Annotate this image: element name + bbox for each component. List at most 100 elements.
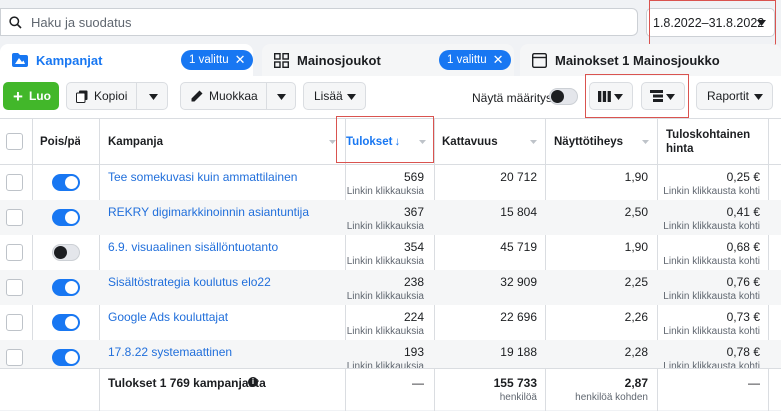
campaign-name-link[interactable]: REKRY digimarkkinoinnin asiantuntija (108, 205, 309, 219)
campaign-toggle[interactable] (52, 279, 80, 296)
header-cost-label: Tuloskohtainen hinta (666, 129, 751, 155)
column-divider (345, 369, 346, 411)
reports-label: Raportit (707, 89, 750, 103)
campaign-toggle[interactable] (52, 174, 80, 191)
info-icon[interactable]: i (248, 377, 258, 387)
show-settings-toggle[interactable] (549, 88, 578, 105)
header-results[interactable]: Tulokset ↓ (346, 119, 434, 165)
selected-pill-adsets[interactable]: 1 valittu ✕ (439, 50, 511, 70)
tab-campaigns-label: Kampanjat (36, 52, 103, 68)
row-checkbox[interactable] (6, 209, 23, 226)
table-row[interactable]: Tee somekuvasi kuin ammattilainen 569 Li… (0, 165, 781, 200)
sort-icon (530, 140, 537, 144)
results-value: 354 (403, 240, 424, 254)
header-onoff-label: Pois/pää (40, 136, 80, 148)
campaign-toggle[interactable] (52, 349, 80, 366)
cost-type: Linkin klikkausta kohti (663, 291, 760, 302)
table-row[interactable]: 6.9. visuaalinen sisällöntuotanto 354 Li… (0, 235, 781, 270)
tab-campaigns[interactable]: Kampanjat 1 valittu ✕ (0, 44, 253, 76)
column-divider (434, 369, 435, 411)
campaign-name-link[interactable]: 6.9. visuaalinen sisällöntuotanto (108, 240, 278, 254)
chevron-down-icon[interactable] (149, 94, 158, 100)
cost-value: 0,76 € (726, 275, 760, 289)
search-box[interactable] (0, 8, 638, 36)
campaign-toggle[interactable] (52, 209, 80, 226)
copy-label: Kopioi (94, 89, 128, 103)
search-input[interactable] (31, 14, 611, 30)
tab-ads[interactable]: Mainokset 1 Mainosjoukko (520, 44, 781, 76)
sort-icon (329, 140, 336, 144)
columns-button[interactable] (589, 82, 633, 110)
campaign-toggle[interactable] (52, 244, 80, 261)
row-checkbox[interactable] (6, 244, 23, 261)
more-button[interactable]: Lisää (303, 82, 366, 110)
header-frequency[interactable]: Näyttötiheys (554, 119, 657, 165)
chevron-down-icon (347, 94, 356, 100)
breakdown-button[interactable] (641, 82, 685, 110)
header-campaign[interactable]: Kampanja (108, 119, 344, 165)
row-checkbox[interactable] (6, 349, 23, 366)
header-onoff[interactable]: Pois/pää (40, 119, 98, 165)
results-type: Linkin klikkauksia (346, 186, 424, 197)
cost-type: Linkin klikkausta kohti (663, 326, 760, 337)
header-cost-per-result[interactable]: Tuloskohtainen hinta (666, 119, 766, 165)
create-button[interactable]: + Luo (3, 82, 59, 110)
totals-frequency: 2,87 (624, 376, 648, 390)
results-type: Linkin klikkauksia (346, 256, 424, 267)
row-checkbox[interactable] (6, 279, 23, 296)
toggle-knob (65, 351, 78, 364)
close-icon[interactable]: ✕ (235, 52, 246, 68)
pencil-icon (191, 90, 203, 102)
toggle-knob (65, 281, 78, 294)
date-range-picker[interactable]: 1.8.2022–31.8.2022 (646, 8, 775, 37)
row-checkbox[interactable] (6, 314, 23, 331)
campaign-name-link[interactable]: Google Ads kouluttajat (108, 310, 228, 324)
select-all-checkbox[interactable] (6, 133, 23, 150)
frequency-value: 2,26 (624, 310, 648, 324)
column-divider (545, 369, 546, 411)
selected-count: 1 valittu (189, 54, 229, 66)
tab-ads-label: Mainokset 1 Mainosjoukko (555, 52, 720, 68)
campaign-table: Pois/pää Kampanja Tulokset ↓ Kattavuus N… (0, 118, 781, 411)
reach-value: 45 719 (500, 240, 537, 254)
chevron-down-icon (666, 94, 675, 100)
chevron-down-icon[interactable] (277, 94, 286, 100)
row-checkbox[interactable] (6, 174, 23, 191)
campaign-name-link[interactable]: Sisältöstrategia koulutus elo22 (108, 275, 271, 289)
campaign-name-link[interactable]: 17.8.22 systemaattinen (108, 345, 232, 359)
frequency-value: 1,90 (624, 170, 648, 184)
campaign-name-link[interactable]: Tee somekuvasi kuin ammattilainen (108, 170, 297, 184)
tab-adsets[interactable]: Mainosjoukot 1 valittu ✕ (262, 44, 514, 76)
cost-value: 0,78 € (726, 345, 760, 359)
results-value: 569 (403, 170, 424, 184)
column-divider (768, 369, 769, 411)
totals-results: — (412, 376, 424, 390)
cost-value: 0,25 € (726, 170, 760, 184)
table-row[interactable]: Google Ads kouluttajat 224 Linkin klikka… (0, 305, 781, 340)
chevron-down-icon (614, 94, 623, 100)
reach-value: 32 909 (500, 275, 537, 289)
toggle-knob (65, 316, 78, 329)
table-row[interactable]: REKRY digimarkkinoinnin asiantuntija 367… (0, 200, 781, 235)
column-divider (657, 369, 658, 411)
reach-value: 19 188 (500, 345, 537, 359)
date-range-label: 1.8.2022–31.8.2022 (653, 15, 765, 30)
column-divider (99, 369, 100, 411)
arrow-down-icon: ↓ (394, 136, 401, 148)
campaign-toggle[interactable] (52, 314, 80, 331)
table-row[interactable]: Sisältöstrategia koulutus elo22 238 Link… (0, 270, 781, 305)
totals-label: Tulokset 1 769 kampanjasta (108, 376, 266, 390)
more-label: Lisää (314, 89, 343, 103)
copy-button[interactable]: Kopioi (66, 82, 168, 110)
toggle-knob (551, 90, 564, 103)
search-icon (9, 15, 22, 29)
totals-frequency-unit: henkilöä kohden (575, 392, 648, 403)
selected-pill-campaigns[interactable]: 1 valittu ✕ (181, 50, 253, 70)
cost-value: 0,68 € (726, 240, 760, 254)
table-row[interactable]: 17.8.22 systemaattinen 193 Linkin klikka… (0, 340, 781, 368)
close-icon[interactable]: ✕ (493, 52, 504, 68)
header-reach[interactable]: Kattavuus (442, 119, 545, 165)
reports-button[interactable]: Raportit (696, 82, 773, 110)
copy-divider (136, 83, 137, 109)
edit-button[interactable]: Muokkaa (180, 82, 296, 110)
